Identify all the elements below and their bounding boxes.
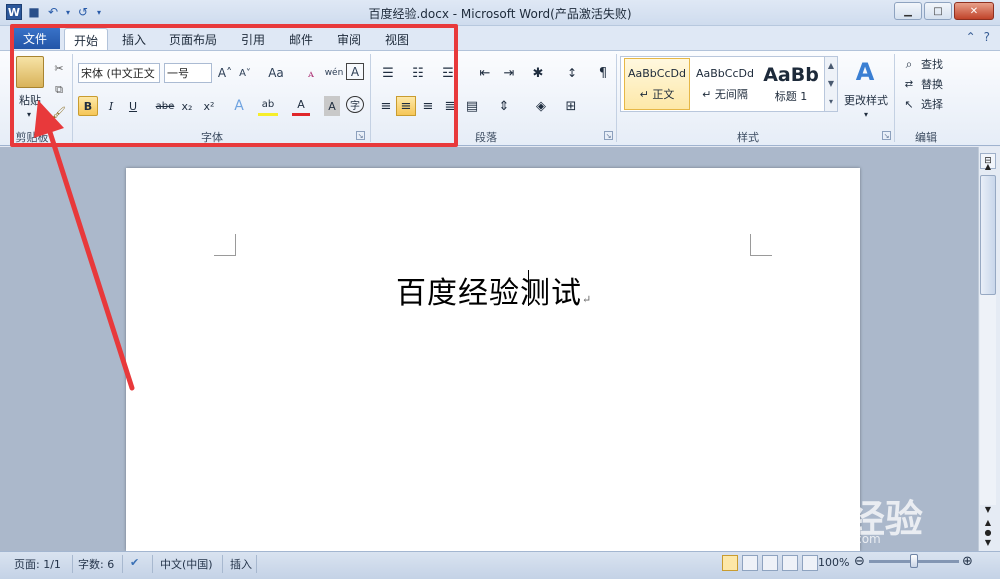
zoom-in-icon[interactable]: ⊕	[962, 554, 973, 569]
outline-view-icon[interactable]	[782, 555, 798, 571]
status-separator	[152, 555, 153, 573]
language-indicator[interactable]: 中文(中国)	[160, 556, 213, 572]
status-separator	[72, 555, 73, 573]
status-separator	[256, 555, 257, 573]
status-bar	[0, 551, 1000, 579]
print-layout-view-icon[interactable]	[722, 555, 738, 571]
proofing-icon[interactable]: ✔	[130, 556, 139, 569]
draft-view-icon[interactable]	[802, 555, 818, 571]
status-separator	[222, 555, 223, 573]
page-count[interactable]: 页面: 1/1	[14, 556, 61, 572]
insert-mode-indicator[interactable]: 插入	[230, 556, 252, 572]
web-layout-view-icon[interactable]	[762, 555, 778, 571]
word-count[interactable]: 字数: 6	[78, 556, 114, 572]
full-screen-view-icon[interactable]	[742, 555, 758, 571]
zoom-out-icon[interactable]: ⊖	[854, 554, 865, 569]
status-separator	[122, 555, 123, 573]
baidu-watermark-url: jingyan.baidu.com	[770, 532, 881, 546]
zoom-slider-thumb[interactable]	[910, 554, 918, 568]
zoom-level[interactable]: 100%	[818, 556, 849, 569]
